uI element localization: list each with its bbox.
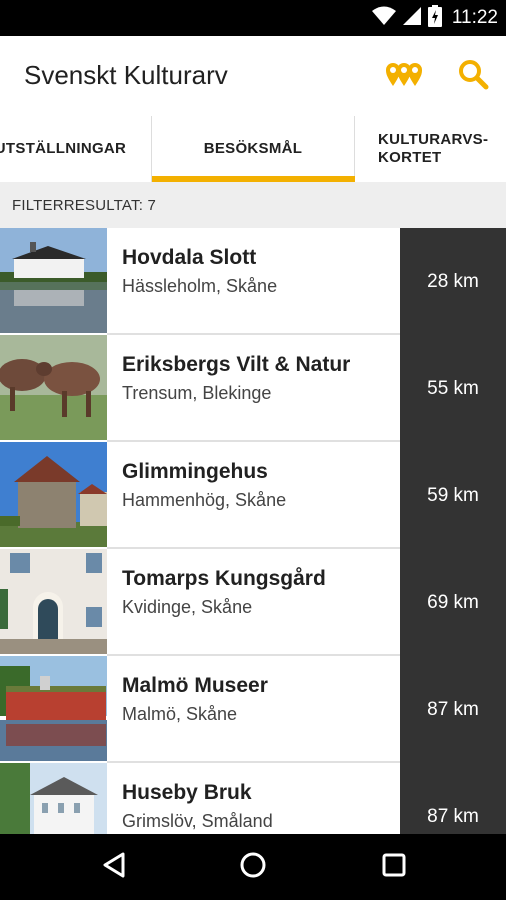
map-button[interactable] bbox=[386, 58, 422, 94]
place-name: Tomarps Kungsgård bbox=[122, 567, 326, 590]
list-item[interactable]: Huseby Bruk Grimslöv, Småland 87 km bbox=[0, 763, 506, 834]
places-list[interactable]: Hovdala Slott Hässleholm, Skåne 28 km Er… bbox=[0, 228, 506, 834]
place-location: Trensum, Blekinge bbox=[122, 383, 272, 403]
app-bar: Svenskt Kulturarv bbox=[0, 36, 506, 116]
back-icon bbox=[101, 851, 127, 884]
tab-exhibitions[interactable]: UTSTÄLLNINGAR bbox=[0, 116, 152, 182]
place-distance: 59 km bbox=[400, 442, 506, 549]
recents-button[interactable] bbox=[374, 847, 414, 887]
place-thumbnail bbox=[0, 549, 107, 654]
home-button[interactable] bbox=[233, 847, 273, 887]
place-name: Huseby Bruk bbox=[122, 781, 252, 804]
search-button[interactable] bbox=[455, 58, 491, 94]
place-thumbnail bbox=[0, 656, 107, 761]
battery-icon bbox=[427, 4, 442, 32]
home-icon bbox=[239, 851, 267, 884]
tab-heritage-card[interactable]: KULTURARVS- KORTET bbox=[356, 116, 506, 182]
list-item[interactable]: Malmö Museer Malmö, Skåne 87 km bbox=[0, 656, 506, 763]
place-location: Hässleholm, Skåne bbox=[122, 276, 278, 296]
place-thumbnail bbox=[0, 228, 107, 333]
place-distance: 69 km bbox=[400, 549, 506, 656]
place-name: Hovdala Slott bbox=[122, 246, 257, 269]
search-icon bbox=[457, 58, 489, 95]
app-title: Svenskt Kulturarv bbox=[24, 60, 228, 90]
place-location: Grimslöv, Småland bbox=[122, 811, 273, 831]
place-thumbnail bbox=[0, 763, 107, 834]
list-item[interactable]: Tomarps Kungsgård Kvidinge, Skåne 69 km bbox=[0, 549, 506, 656]
clock: 11:22 bbox=[451, 7, 498, 28]
place-thumbnail bbox=[0, 442, 107, 547]
place-distance: 87 km bbox=[400, 656, 506, 763]
map-markers-icon bbox=[385, 60, 423, 93]
place-thumbnail bbox=[0, 335, 107, 440]
place-distance: 55 km bbox=[400, 335, 506, 442]
tab-destinations[interactable]: BESÖKSMÅL bbox=[152, 116, 355, 182]
tab-label-line1: KULTURARVS- bbox=[378, 131, 489, 148]
tab-label: UTSTÄLLNINGAR bbox=[0, 140, 127, 157]
place-location: Kvidinge, Skåne bbox=[122, 597, 253, 617]
list-item[interactable]: Eriksbergs Vilt & Natur Trensum, Bleking… bbox=[0, 335, 506, 442]
system-nav-bar bbox=[0, 834, 506, 900]
place-location: Hammenhög, Skåne bbox=[122, 490, 287, 510]
list-item[interactable]: Glimmingehus Hammenhög, Skåne 59 km bbox=[0, 442, 506, 549]
status-bar: 11:22 bbox=[0, 0, 506, 36]
filter-bar: FILTERRESULTAT: 7 bbox=[0, 182, 506, 228]
place-location: Malmö, Skåne bbox=[122, 704, 238, 724]
filter-result-count: FILTERRESULTAT: 7 bbox=[12, 197, 156, 214]
place-name: Glimmingehus bbox=[122, 460, 268, 483]
place-distance: 87 km bbox=[400, 763, 506, 834]
tab-label: KULTURARVS- KORTET bbox=[378, 131, 488, 167]
place-name: Malmö Museer bbox=[122, 674, 268, 697]
place-name: Eriksbergs Vilt & Natur bbox=[122, 353, 351, 376]
place-distance: 28 km bbox=[400, 228, 506, 335]
tab-label: BESÖKSMÅL bbox=[203, 140, 303, 157]
tab-label-line2: KORTET bbox=[378, 149, 442, 166]
tab-bar: UTSTÄLLNINGAR BESÖKSMÅL KULTURARVS- KORT… bbox=[0, 116, 506, 182]
wifi-icon bbox=[371, 6, 396, 31]
recents-icon bbox=[381, 852, 407, 883]
list-item[interactable]: Hovdala Slott Hässleholm, Skåne 28 km bbox=[0, 228, 506, 335]
back-button[interactable] bbox=[94, 847, 134, 887]
cell-signal-icon bbox=[402, 6, 422, 31]
